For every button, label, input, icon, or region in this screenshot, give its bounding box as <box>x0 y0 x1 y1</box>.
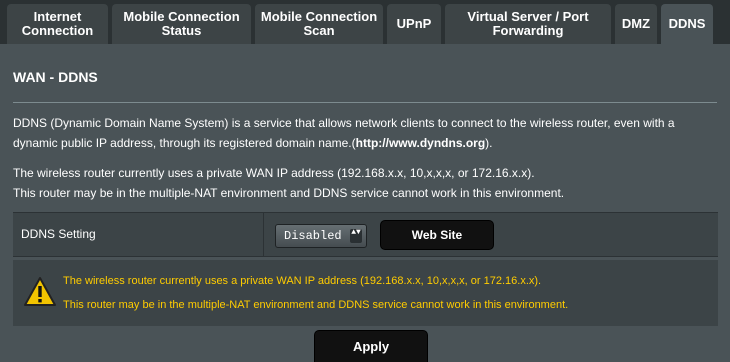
title-divider <box>13 102 717 103</box>
description-text: DDNS (Dynamic Domain Name System) is a s… <box>13 113 718 153</box>
tab-mobile-connection-status[interactable]: Mobile Connection Status <box>112 4 251 44</box>
dyndns-link[interactable]: http://www.dyndns.org <box>356 136 486 150</box>
private-ip-notice: The wireless router currently uses a pri… <box>13 163 718 203</box>
description-line-1: DDNS (Dynamic Domain Name System) is a s… <box>13 116 675 130</box>
ddns-setting-value: Disabled <box>284 229 342 243</box>
warning-triangle-icon <box>24 277 56 306</box>
tab-internet-connection[interactable]: Internet Connection <box>7 4 108 44</box>
ddns-setting-select[interactable]: Disabled ▲▼ <box>275 224 367 248</box>
tab-ddns[interactable]: DDNS <box>661 4 713 44</box>
warning-line-2: This router may be in the multiple-NAT e… <box>63 299 569 311</box>
ddns-setting-label: DDNS Setting <box>21 227 96 241</box>
page-title: WAN - DDNS <box>13 69 98 85</box>
notice-line-1: The wireless router currently uses a pri… <box>13 166 535 180</box>
row-separator <box>263 213 264 257</box>
apply-button[interactable]: Apply <box>314 330 428 362</box>
ddns-setting-row: DDNS Setting Disabled ▲▼ Web Site <box>13 212 718 257</box>
tab-upnp[interactable]: UPnP <box>387 4 441 44</box>
tab-mobile-connection-scan[interactable]: Mobile Connection Scan <box>255 4 383 44</box>
tab-dmz[interactable]: DMZ <box>615 4 657 44</box>
warning-box: The wireless router currently uses a pri… <box>13 260 718 326</box>
tab-virtual-server-port-forwarding[interactable]: Virtual Server / Port Forwarding <box>445 4 611 44</box>
tab-bar: Internet Connection Mobile Connection St… <box>0 0 730 44</box>
select-arrows-icon: ▲▼ <box>350 229 362 243</box>
description-line-2: dynamic public IP address, through its r… <box>13 136 493 150</box>
web-site-button[interactable]: Web Site <box>380 220 494 250</box>
notice-line-2: This router may be in the multiple-NAT e… <box>13 186 565 200</box>
warning-line-1: The wireless router currently uses a pri… <box>63 275 542 287</box>
